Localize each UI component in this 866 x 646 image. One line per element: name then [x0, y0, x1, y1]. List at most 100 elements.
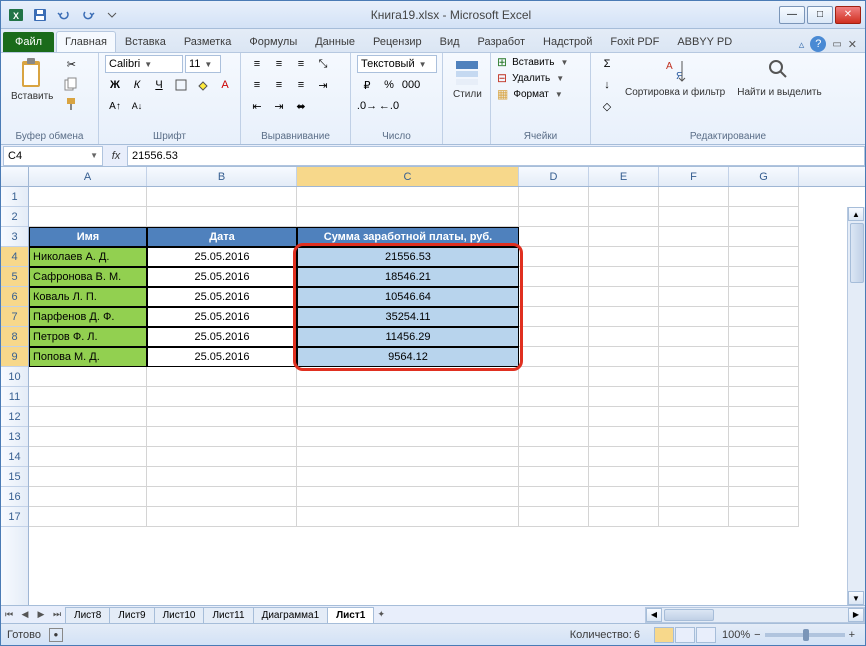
cell-C13[interactable]	[297, 427, 519, 447]
redo-icon[interactable]	[77, 4, 99, 26]
cell-G8[interactable]	[729, 327, 799, 347]
decrease-decimal-icon[interactable]: ←.0	[379, 97, 399, 115]
file-tab[interactable]: Файл	[3, 32, 54, 52]
cell-G17[interactable]	[729, 507, 799, 527]
cell-D9[interactable]	[519, 347, 589, 367]
cell-F8[interactable]	[659, 327, 729, 347]
cell-D15[interactable]	[519, 467, 589, 487]
percent-icon[interactable]: %	[379, 76, 399, 94]
sheet-tab-Лист8[interactable]: Лист8	[65, 607, 110, 623]
cell-E2[interactable]	[589, 207, 659, 227]
cell-D6[interactable]	[519, 287, 589, 307]
cell-A3[interactable]: Имя	[29, 227, 147, 247]
cell-G9[interactable]	[729, 347, 799, 367]
align-center-icon[interactable]: ≡	[269, 76, 289, 94]
scroll-left-icon[interactable]: ◀	[646, 608, 662, 622]
ribbon-tab-вид[interactable]: Вид	[431, 31, 469, 52]
cell-B2[interactable]	[147, 207, 297, 227]
font-color-button[interactable]: A	[215, 76, 235, 94]
cell-D13[interactable]	[519, 427, 589, 447]
cell-F3[interactable]	[659, 227, 729, 247]
increase-decimal-icon[interactable]: .0→	[357, 97, 377, 115]
cell-D14[interactable]	[519, 447, 589, 467]
cell-G6[interactable]	[729, 287, 799, 307]
currency-icon[interactable]: ₽	[357, 76, 377, 94]
cell-G3[interactable]	[729, 227, 799, 247]
cell-G2[interactable]	[729, 207, 799, 227]
sheet-tab-Диаграмма1[interactable]: Диаграмма1	[253, 607, 329, 623]
orientation-icon[interactable]: ⤡	[313, 55, 333, 73]
cell-E14[interactable]	[589, 447, 659, 467]
zoom-slider[interactable]	[765, 633, 845, 637]
ribbon-tab-разработ[interactable]: Разработ	[469, 31, 534, 52]
cell-G7[interactable]	[729, 307, 799, 327]
minimize-button[interactable]: —	[779, 6, 805, 24]
cell-B10[interactable]	[147, 367, 297, 387]
cell-A7[interactable]: Парфенов Д. Ф.	[29, 307, 147, 327]
cells-area[interactable]: ИмяДатаСумма заработной платы, руб.Никол…	[29, 187, 865, 605]
undo-icon[interactable]	[53, 4, 75, 26]
view-page-break-button[interactable]	[696, 627, 716, 643]
number-format-combo[interactable]: Текстовый▼	[357, 55, 437, 73]
cell-A12[interactable]	[29, 407, 147, 427]
cell-C14[interactable]	[297, 447, 519, 467]
cell-E7[interactable]	[589, 307, 659, 327]
clear-icon[interactable]: ◇	[597, 97, 617, 115]
tab-nav-next-icon[interactable]: ▶	[33, 607, 49, 623]
row-header-11[interactable]: 11	[1, 387, 28, 407]
ribbon-tab-разметка[interactable]: Разметка	[175, 31, 241, 52]
cell-F10[interactable]	[659, 367, 729, 387]
cell-A9[interactable]: Попова М. Д.	[29, 347, 147, 367]
row-header-7[interactable]: 7	[1, 307, 28, 327]
cell-E8[interactable]	[589, 327, 659, 347]
cell-E5[interactable]	[589, 267, 659, 287]
cell-F11[interactable]	[659, 387, 729, 407]
fill-icon[interactable]: ↓	[597, 76, 617, 94]
cell-G11[interactable]	[729, 387, 799, 407]
column-header-A[interactable]: A	[29, 167, 147, 186]
align-middle-icon[interactable]: ≡	[269, 55, 289, 73]
cell-A16[interactable]	[29, 487, 147, 507]
window-restore-icon[interactable]: ▭	[832, 39, 841, 50]
cell-E13[interactable]	[589, 427, 659, 447]
cell-E12[interactable]	[589, 407, 659, 427]
cell-F14[interactable]	[659, 447, 729, 467]
merge-icon[interactable]: ⬌	[291, 97, 311, 115]
decrease-indent-icon[interactable]: ⇤	[247, 97, 267, 115]
format-painter-icon[interactable]	[61, 95, 81, 113]
column-header-C[interactable]: C	[297, 167, 519, 186]
cell-F5[interactable]	[659, 267, 729, 287]
cell-C8[interactable]: 11456.29	[297, 327, 519, 347]
font-size-combo[interactable]: 11▼	[185, 55, 221, 73]
horizontal-scrollbar[interactable]: ◀ ▶	[645, 607, 865, 623]
cell-F1[interactable]	[659, 187, 729, 207]
cell-F13[interactable]	[659, 427, 729, 447]
cell-B15[interactable]	[147, 467, 297, 487]
tab-nav-last-icon[interactable]: ⏭	[49, 607, 65, 623]
row-header-13[interactable]: 13	[1, 427, 28, 447]
column-header-B[interactable]: B	[147, 167, 297, 186]
row-header-17[interactable]: 17	[1, 507, 28, 527]
column-header-F[interactable]: F	[659, 167, 729, 186]
cell-C5[interactable]: 18546.21	[297, 267, 519, 287]
sort-filter-button[interactable]: АЯ Сортировка и фильтр	[621, 55, 729, 100]
autosum-icon[interactable]: Σ	[597, 55, 617, 73]
cell-F7[interactable]	[659, 307, 729, 327]
cell-A13[interactable]	[29, 427, 147, 447]
cell-D16[interactable]	[519, 487, 589, 507]
zoom-out-button[interactable]: −	[754, 629, 760, 641]
cell-G15[interactable]	[729, 467, 799, 487]
cell-B4[interactable]: 25.05.2016	[147, 247, 297, 267]
cell-D4[interactable]	[519, 247, 589, 267]
cell-B8[interactable]: 25.05.2016	[147, 327, 297, 347]
cell-F4[interactable]	[659, 247, 729, 267]
cell-E3[interactable]	[589, 227, 659, 247]
fx-icon[interactable]: fx	[105, 150, 127, 162]
find-select-button[interactable]: Найти и выделить	[733, 55, 825, 100]
cell-A4[interactable]: Николаев А. Д.	[29, 247, 147, 267]
cell-B7[interactable]: 25.05.2016	[147, 307, 297, 327]
scroll-down-icon[interactable]: ▼	[848, 591, 864, 605]
wrap-text-icon[interactable]: ⇥	[313, 76, 333, 94]
sheet-tab-Лист1[interactable]: Лист1	[327, 607, 374, 623]
column-header-G[interactable]: G	[729, 167, 799, 186]
